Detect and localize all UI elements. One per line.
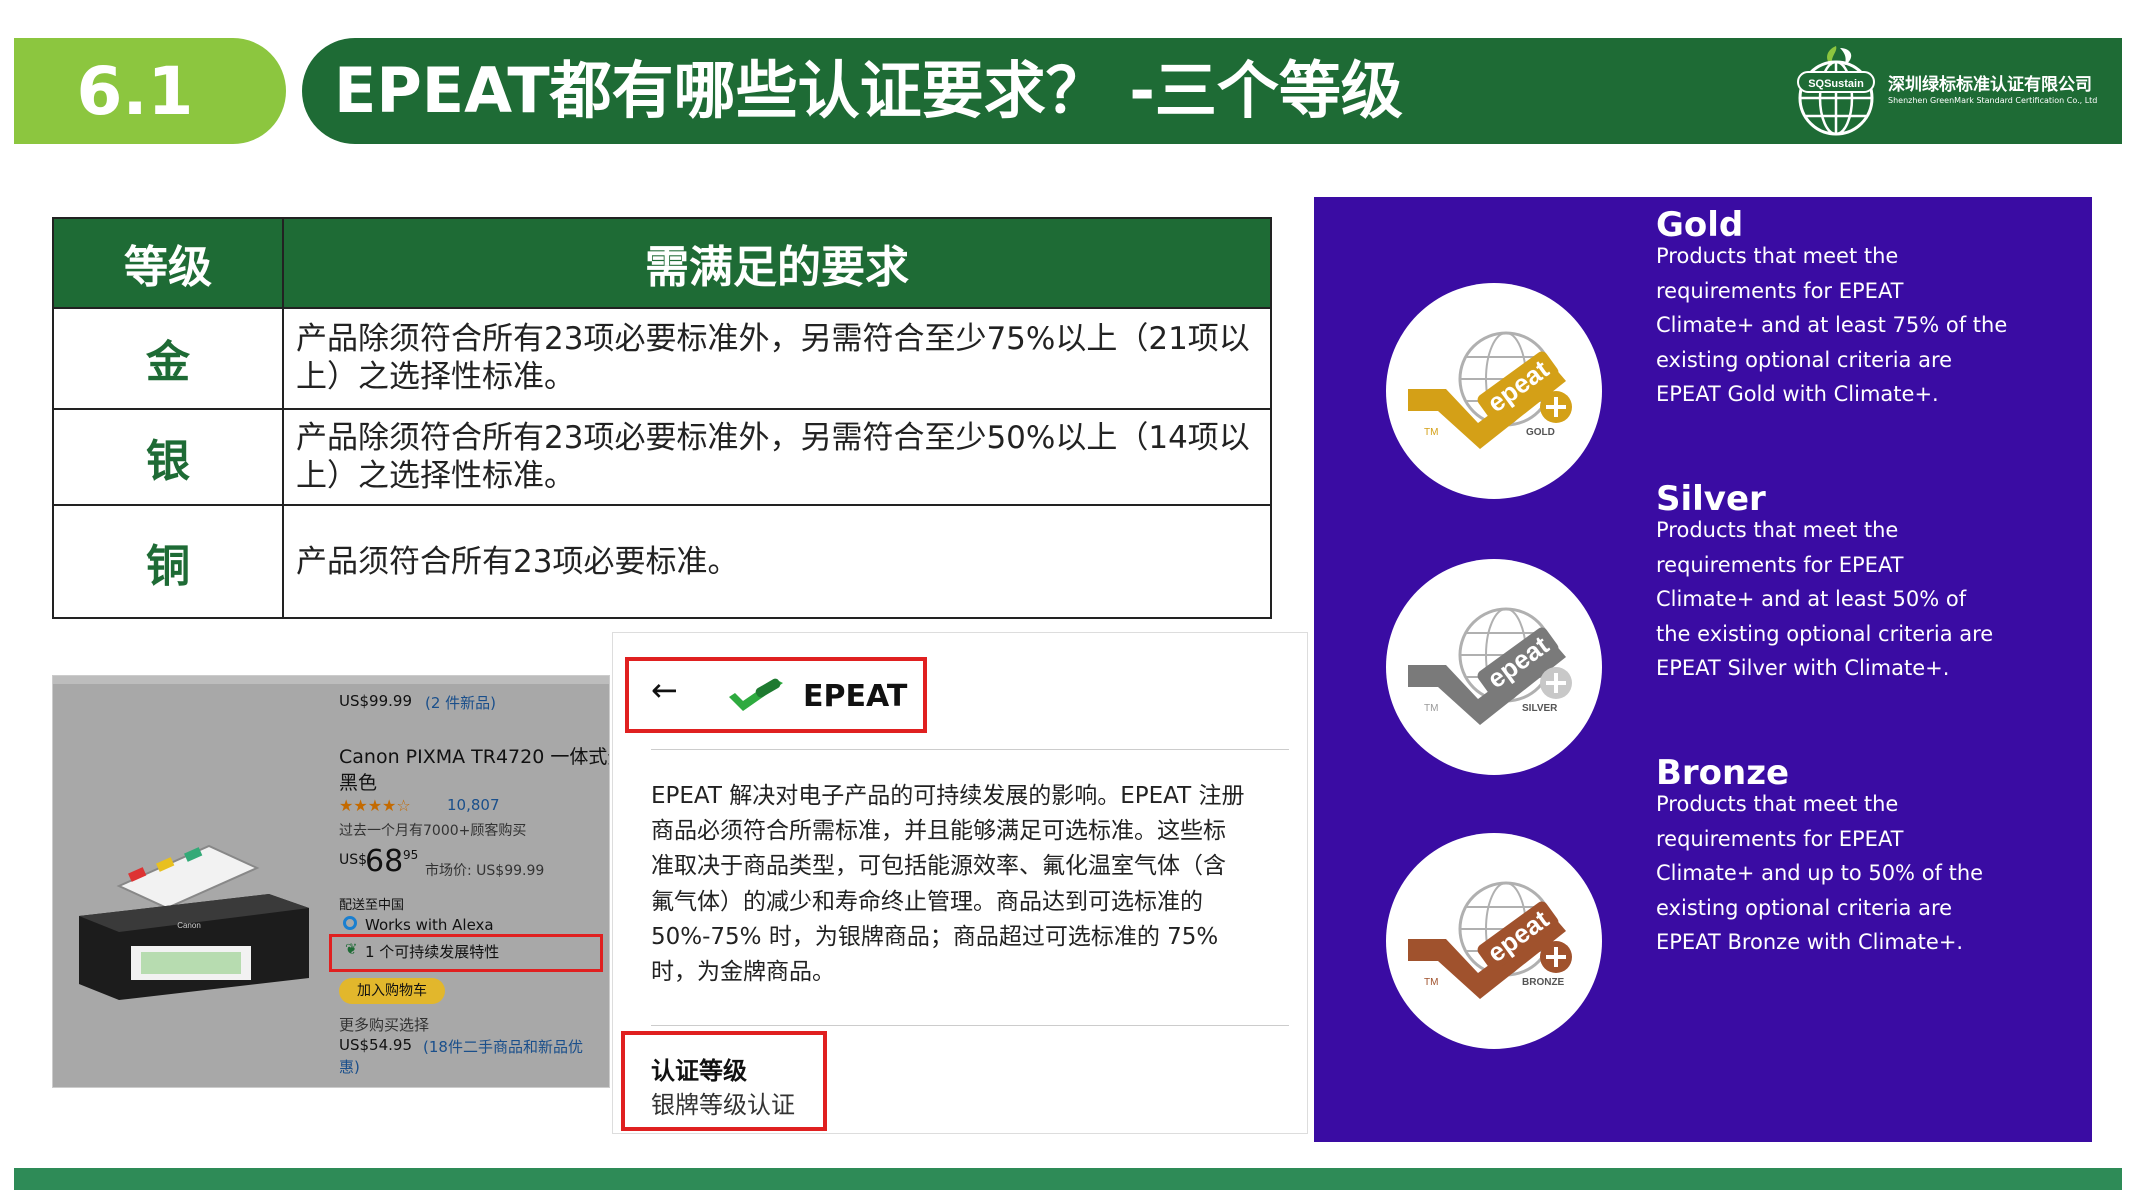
epeat-check-logo-icon: [729, 678, 783, 711]
table-header-row: 等级 需满足的要求: [52, 217, 1272, 309]
company-name: 深圳绿标标准认证有限公司: [1888, 75, 2092, 95]
silver-medal: epeat TM SILVER: [1386, 559, 1602, 775]
table-row: 铜 产品须符合所有23项必要标准。: [52, 504, 1272, 619]
star-rating-icon[interactable]: ★★★★☆: [339, 796, 411, 815]
alexa-icon: [343, 916, 357, 930]
level-gold: 金: [52, 307, 284, 410]
sustain-feature-link[interactable]: 1 个可持续发展特性: [365, 941, 499, 962]
product-color: 黑色: [339, 772, 378, 794]
page-title: EPEAT都有哪些认证要求？ -三个等级: [334, 54, 1403, 127]
monthly-sales: 过去一个月有7000+顾客购买: [339, 823, 527, 839]
price-prefix: US$: [339, 852, 368, 868]
gold-medal: epeat TM GOLD: [1386, 283, 1602, 499]
bottom-price: US$54.95: [339, 1036, 412, 1054]
leaf-icon: ❦: [345, 940, 358, 958]
add-to-cart-button[interactable]: 加入购物车: [339, 978, 445, 1004]
level-bronze: 铜: [52, 504, 284, 619]
ship-to: 配送至中国: [339, 898, 405, 913]
amazon-listing-screenshot: US$99.99 (2 件新品) Canon PIXMA TR4720 一体式无…: [52, 675, 610, 1088]
rating-count[interactable]: 10,807: [447, 796, 500, 814]
gold-description: Products that meet the requirements for …: [1656, 244, 2008, 406]
bottom-bar: [14, 1168, 2122, 1190]
section-number: 6.1: [14, 38, 286, 144]
company-subtitle: Shenzhen GreenMark Standard Certificatio…: [1888, 96, 2098, 105]
top-price: US$99.99: [339, 692, 412, 710]
cert-value: 银牌等级认证: [651, 1091, 795, 1119]
divider: [651, 1025, 1289, 1026]
top-offers-link[interactable]: (2 件新品): [425, 692, 496, 713]
top-strip: [53, 676, 609, 684]
printer-icon: Canon: [79, 844, 309, 1000]
requirements-table: 等级 需满足的要求 金 产品除须符合所有23项必要标准外，另需符合至少75%以上…: [52, 217, 1272, 619]
back-arrow-icon[interactable]: ←: [651, 671, 678, 709]
table-row: 银 产品除须符合所有23项必要标准外，另需符合至少50%以上（14项以上）之选择…: [52, 407, 1272, 507]
printer-brand: Canon: [177, 921, 201, 930]
price-main: 68: [365, 844, 404, 879]
epeat-levels-panel: epeat TM GOLD Gold Products that meet th…: [1314, 197, 2092, 1142]
bronze-epeat-medal-icon: epeat TM BRONZE: [1408, 881, 1572, 999]
svg-text:SILVER: SILVER: [1522, 703, 1558, 714]
silver-epeat-medal-icon: epeat TM SILVER: [1408, 607, 1572, 725]
requirement-silver: 产品除须符合所有23项必要标准外，另需符合至少50%以上（14项以上）之选择性标…: [282, 407, 1272, 507]
bottom-offers-link[interactable]: (18件二手商品和新品优: [423, 1036, 583, 1057]
requirement-gold: 产品除须符合所有23项必要标准外，另需符合至少75%以上（21项以上）之选择性标…: [282, 307, 1272, 410]
gold-epeat-medal-icon: epeat TM GOLD: [1408, 331, 1572, 449]
header-level: 等级: [52, 217, 284, 309]
level-silver: 银: [52, 407, 284, 507]
price-cents: 95: [403, 848, 419, 862]
svg-text:BRONZE: BRONZE: [1522, 977, 1565, 988]
more-options: 更多购买选择: [339, 1016, 430, 1034]
logo-badge-text: SQSustain: [1808, 78, 1864, 90]
epeat-title: EPEAT: [803, 679, 908, 714]
svg-text:TM: TM: [1424, 703, 1438, 714]
header-requirement: 需满足的要求: [282, 217, 1272, 309]
svg-text:TM: TM: [1424, 427, 1438, 438]
epeat-info-card: ← EPEAT EPEAT 解决对电子产品的可持续发展的影响。EPEAT 注册 …: [612, 632, 1308, 1134]
alexa-label[interactable]: Works with Alexa: [365, 916, 494, 934]
epeat-description: EPEAT 解决对电子产品的可持续发展的影响。EPEAT 注册 商品必须符合所需…: [651, 783, 1245, 986]
list-price: 市场价: US$99.99: [425, 863, 545, 879]
svg-text:TM: TM: [1424, 977, 1438, 988]
svg-text:GOLD: GOLD: [1526, 427, 1555, 438]
divider: [651, 749, 1289, 750]
table-row: 金 产品除须符合所有23项必要标准外，另需符合至少75%以上（21项以上）之选择…: [52, 307, 1272, 410]
cert-label: 认证等级: [651, 1057, 747, 1085]
silver-description: Products that meet the requirements for …: [1656, 518, 1994, 680]
bronze-medal: epeat TM BRONZE: [1386, 833, 1602, 1049]
requirement-bronze: 产品须符合所有23项必要标准。: [282, 504, 1272, 619]
product-title[interactable]: Canon PIXMA TR4720 一体式无: [339, 742, 609, 769]
bronze-description: Products that meet the requirements for …: [1656, 792, 1984, 954]
bottom-offers-link-2[interactable]: 惠): [339, 1056, 360, 1077]
globe-logo-icon: SQSustain: [1797, 46, 1875, 136]
